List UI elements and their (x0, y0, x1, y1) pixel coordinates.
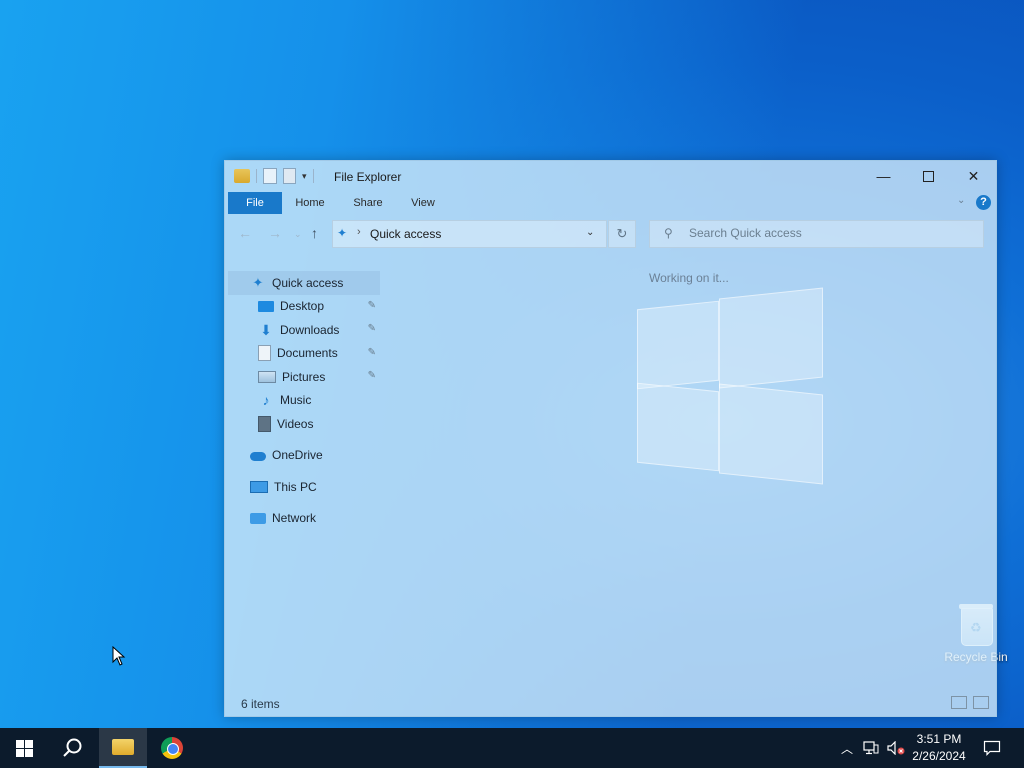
minimize-button[interactable]: — (861, 161, 906, 191)
navigation-pane: ✦ Quick access Desktop ✎ ⬇ Downloads ✎ D… (228, 271, 380, 530)
action-center-button[interactable] (978, 728, 1006, 768)
sidebar-item-music[interactable]: ♪ Music (228, 389, 380, 413)
desktop-icon (258, 301, 274, 313)
folder-icon (112, 739, 134, 755)
sidebar-item-label: Downloads (280, 322, 340, 337)
sidebar-item-network[interactable]: Network (228, 507, 380, 531)
pictures-icon (258, 370, 276, 383)
windows-icon (15, 739, 33, 757)
clock-time: 3:51 PM (916, 732, 962, 746)
chrome-icon (161, 737, 183, 759)
breadcrumb-separator-icon[interactable]: › (357, 226, 361, 238)
notification-icon (983, 740, 1001, 756)
status-bar-text: 6 items (241, 697, 280, 711)
large-icons-view-icon[interactable] (973, 696, 989, 709)
loading-message: Working on it... (649, 271, 729, 285)
show-hidden-icons-button[interactable]: ︿ (839, 728, 855, 768)
search-icon (63, 738, 82, 757)
sidebar-item-label: This PC (274, 479, 317, 494)
title-bar[interactable]: ▾ File Explorer — ✕ (225, 161, 996, 191)
address-text: Quick access (370, 227, 442, 241)
speaker-muted-icon (887, 741, 905, 755)
sidebar-item-label: Quick access (272, 275, 344, 290)
sidebar-item-label: OneDrive (272, 448, 323, 463)
computer-icon (250, 480, 268, 493)
sidebar-item-desktop[interactable]: Desktop ✎ (228, 295, 380, 319)
chevron-up-icon: ︿ (840, 741, 853, 756)
properties-icon[interactable] (263, 168, 277, 184)
view-toggle (951, 696, 989, 709)
taskbar: ︿ 3:51 PM 2/26/2024 (0, 728, 1024, 768)
sidebar-item-quick-access[interactable]: ✦ Quick access (228, 271, 380, 295)
details-view-icon[interactable] (951, 696, 967, 709)
search-input[interactable] (687, 225, 971, 241)
back-arrow-icon[interactable]: ← (238, 225, 252, 241)
sidebar-item-downloads[interactable]: ⬇ Downloads ✎ (228, 318, 380, 342)
refresh-icon: ↻ (616, 226, 628, 241)
pin-icon[interactable]: ✎ (368, 300, 376, 311)
start-button[interactable] (0, 728, 48, 768)
document-icon (258, 345, 271, 362)
taskbar-chrome[interactable] (149, 728, 195, 768)
folder-icon (234, 169, 250, 183)
windows-logo-background (637, 287, 823, 485)
tab-share[interactable]: Share (343, 192, 393, 214)
close-button[interactable]: ✕ (951, 161, 996, 191)
taskbar-file-explorer[interactable] (99, 728, 147, 768)
new-folder-icon[interactable] (283, 168, 296, 184)
pin-icon[interactable]: ✎ (368, 323, 376, 334)
expand-ribbon-icon[interactable]: ⌄ (957, 195, 965, 206)
pin-icon[interactable]: ✎ (368, 370, 376, 381)
network-tray-button[interactable] (861, 728, 881, 768)
ribbon: File Home Share View ⌄ ? (225, 192, 996, 214)
video-icon (258, 415, 271, 432)
address-dropdown-icon[interactable]: ⌄ (586, 227, 594, 238)
sidebar-item-documents[interactable]: Documents ✎ (228, 342, 380, 366)
clock-date: 2/26/2024 (912, 749, 966, 763)
star-pin-icon: ✦ (252, 274, 264, 290)
quick-access-pin-icon: ✦ (337, 226, 348, 240)
navigation-bar: ← → ⌄ ↑ ✦ › Quick access ⌄ ↻ ⚲ (225, 219, 996, 249)
music-note-icon: ♪ (262, 392, 270, 409)
sidebar-item-onedrive[interactable]: OneDrive (228, 444, 380, 468)
search-box[interactable]: ⚲ (649, 220, 984, 248)
sidebar-item-this-pc[interactable]: This PC (228, 475, 380, 499)
help-icon[interactable]: ? (976, 195, 991, 210)
customize-toolbar-icon[interactable]: ▾ (302, 171, 307, 182)
window-title: File Explorer (334, 170, 402, 184)
sidebar-item-label: Network (272, 511, 317, 526)
recent-locations-icon[interactable]: ⌄ (294, 229, 302, 240)
sidebar-item-label: Desktop (280, 299, 325, 314)
quick-access-toolbar: ▾ (234, 168, 314, 184)
tab-file[interactable]: File (228, 192, 282, 214)
search-icon: ⚲ (664, 226, 673, 240)
sidebar-item-label: Music (280, 393, 312, 408)
sidebar-item-videos[interactable]: Videos (228, 412, 380, 436)
sidebar-item-pictures[interactable]: Pictures ✎ (228, 365, 380, 389)
maximize-icon (923, 170, 934, 182)
sidebar-item-label: Documents (277, 346, 338, 361)
refresh-button[interactable]: ↻ (608, 220, 636, 248)
forward-arrow-icon[interactable]: → (268, 225, 282, 241)
taskbar-search-button[interactable] (49, 728, 97, 768)
pin-icon[interactable]: ✎ (368, 347, 376, 358)
download-arrow-icon: ⬇ (260, 321, 272, 338)
up-arrow-icon[interactable]: ↑ (311, 225, 318, 241)
address-bar[interactable]: ✦ › Quick access ⌄ (332, 220, 607, 248)
cloud-icon (250, 451, 266, 461)
network-icon (250, 512, 266, 524)
maximize-button[interactable] (906, 161, 951, 191)
sidebar-item-label: Videos (277, 416, 314, 431)
clock[interactable]: 3:51 PM 2/26/2024 (908, 731, 970, 765)
file-explorer-window: ▾ File Explorer — ✕ File Home Share View… (224, 160, 997, 717)
sidebar-item-label: Pictures (282, 369, 326, 384)
volume-tray-button[interactable] (885, 728, 907, 768)
tab-home[interactable]: Home (287, 192, 333, 214)
tab-view[interactable]: View (401, 192, 445, 214)
network-icon (863, 741, 879, 755)
